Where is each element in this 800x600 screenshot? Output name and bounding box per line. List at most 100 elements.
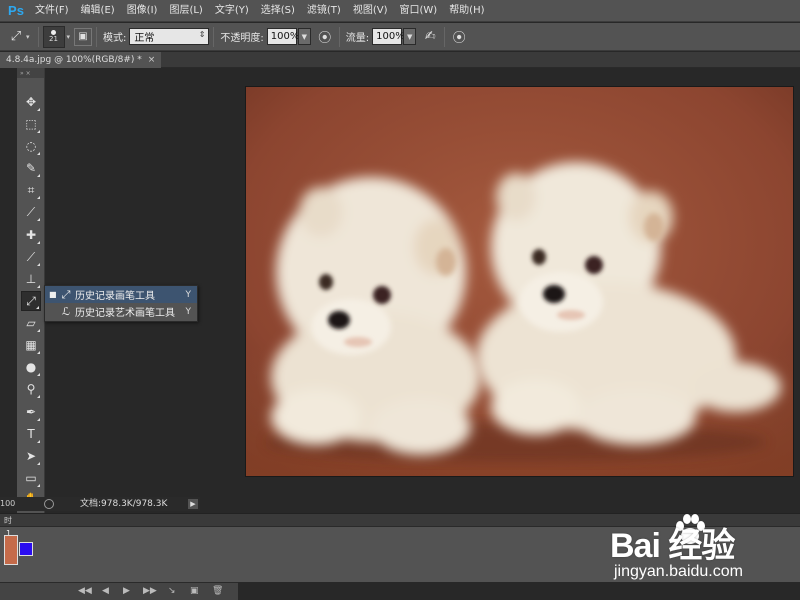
marquee-tool[interactable]: ⬚	[21, 114, 41, 134]
watermark-url: jingyan.baidu.com	[614, 563, 743, 580]
panel-collapse-icon[interactable]: » ×	[20, 70, 31, 77]
divider	[37, 26, 39, 47]
tool-preset-picker[interactable]: ⤢	[6, 27, 26, 47]
flyout-item-label: 历史记录画笔工具	[75, 291, 155, 302]
menu-help[interactable]: 帮助(H)	[443, 0, 490, 22]
trash-icon[interactable]: 🗑	[212, 586, 223, 596]
new-frame-icon[interactable]: ▣	[190, 586, 199, 596]
brush-size: 21	[49, 35, 58, 43]
marquee-icon: ⬚	[25, 117, 37, 131]
history-brush-icon: ⤢	[26, 293, 36, 308]
more-tools-indicator	[37, 152, 40, 155]
crop-tool[interactable]: ⌗	[21, 180, 41, 200]
airbrush-toggle[interactable]: ✍	[420, 27, 440, 47]
brush-panel-icon: ▣	[78, 31, 88, 42]
shortcut-key: Y	[185, 289, 192, 300]
art-history-brush-icon: ℒ	[62, 305, 70, 318]
first-frame-icon[interactable]: ◀◀	[78, 586, 92, 596]
menu-type[interactable]: 文字(Y)	[209, 0, 255, 22]
dodge-tool[interactable]: ⚲	[21, 379, 41, 399]
pressure-opacity-toggle[interactable]: ⦿	[315, 27, 335, 47]
flow-input[interactable]: 100%	[372, 28, 405, 45]
flyout-item-art-history-brush[interactable]: ℒ 历史记录艺术画笔工具 Y	[45, 303, 197, 320]
menu-window[interactable]: 窗口(W)	[393, 0, 443, 22]
more-tools-indicator	[37, 108, 40, 111]
clone-stamp-tool[interactable]: ⊥	[21, 269, 41, 289]
pen-icon: ✒	[25, 405, 37, 419]
mode-select[interactable]: 正常 ⇕	[129, 28, 210, 45]
menu-edit[interactable]: 编辑(E)	[75, 0, 121, 22]
eraser-tool[interactable]: ▱	[21, 313, 41, 333]
prev-frame-icon[interactable]: ◀	[102, 586, 109, 596]
eyedropper-icon: ⟋	[26, 204, 36, 219]
more-tools-indicator	[37, 484, 40, 487]
tools-panel-header[interactable]: » ×	[17, 68, 44, 78]
flow-slider-toggle[interactable]: ▼	[403, 28, 417, 45]
menu-view[interactable]: 视图(V)	[347, 0, 394, 22]
shape-tool[interactable]: ▭	[21, 468, 41, 488]
foreground-color-swatch[interactable]	[19, 542, 33, 556]
opacity-label: 不透明度:	[220, 33, 264, 44]
healing-brush-tool[interactable]: ✚	[21, 225, 41, 245]
more-tools-indicator	[36, 306, 39, 309]
pen-pressure-icon: ⦿	[452, 31, 466, 46]
quick-select-tool[interactable]: ✎	[21, 158, 41, 178]
opacity-input[interactable]: 100%	[266, 28, 299, 45]
zoom-level[interactable]: 100	[0, 497, 16, 511]
opacity-slider-toggle[interactable]: ▼	[297, 28, 311, 45]
document-size-info: 文档:978.3K/978.3K	[80, 499, 168, 509]
menu-filter[interactable]: 滤镜(T)	[301, 0, 347, 22]
snapshot-thumbnail[interactable]	[4, 535, 18, 565]
menu-select[interactable]: 选择(S)	[255, 0, 301, 22]
lasso-tool[interactable]: ◌	[21, 136, 41, 156]
more-tools-indicator	[37, 263, 40, 266]
document-tab[interactable]: 4.8.4a.jpg @ 100%(RGB/8#) * ×	[0, 52, 162, 68]
status-menu-button[interactable]: ▶	[188, 499, 198, 509]
more-tools-indicator	[37, 130, 40, 133]
menu-layer[interactable]: 图层(L)	[163, 0, 208, 22]
more-tools-indicator	[37, 329, 40, 332]
document-canvas[interactable]	[246, 87, 793, 476]
pen-tool[interactable]: ✒	[21, 402, 41, 422]
move-icon: ✥	[25, 95, 37, 109]
close-icon[interactable]: ×	[148, 55, 156, 65]
more-tools-indicator	[37, 241, 40, 244]
eyedropper-tool[interactable]: ⟋	[21, 202, 41, 222]
chevron-down-icon: ▼	[301, 32, 307, 41]
brush-preset-picker[interactable]: 21	[42, 25, 65, 48]
menu-image[interactable]: 图像(I)	[121, 0, 164, 22]
brush-icon: ⟋	[26, 249, 36, 264]
chevron-down-icon[interactable]: ▾	[67, 33, 71, 41]
status-bar: 100 文档:978.3K/978.3K ▶	[0, 497, 200, 511]
more-tools-indicator	[37, 196, 40, 199]
quick-select-icon: ✎	[25, 161, 37, 175]
more-tools-indicator	[37, 418, 40, 421]
type-tool[interactable]: T	[21, 424, 41, 444]
blur-drop-icon: ●	[25, 360, 37, 374]
pressure-size-toggle[interactable]: ⦿	[449, 27, 469, 47]
divider	[444, 26, 446, 47]
move-tool[interactable]: ✥	[21, 92, 41, 112]
more-tools-indicator	[37, 218, 40, 221]
brush-panel-toggle[interactable]: ▣	[74, 27, 93, 46]
gradient-icon: ▦	[25, 338, 37, 352]
chevron-down-icon[interactable]: ▾	[26, 33, 30, 41]
flyout-item-history-brush[interactable]: ■ ⤢ 历史记录画笔工具 Y	[45, 286, 197, 303]
options-bar: ⤢ ▾ 21 ▾ ▣ 模式: 正常 ⇕ 不透明度: 100% ▼ ⦿ 流量: 1…	[0, 23, 800, 51]
play-icon[interactable]: ▶	[123, 586, 130, 596]
more-tools-indicator	[37, 351, 40, 354]
history-brush-tool[interactable]: ⤢	[21, 291, 41, 311]
menu-file[interactable]: 文件(F)	[29, 0, 75, 22]
brush-tool[interactable]: ⟋	[21, 247, 41, 267]
more-tools-indicator	[37, 285, 40, 288]
flow-label: 流量:	[345, 33, 370, 44]
select-arrows-icon: ⇕	[198, 30, 206, 39]
next-frame-icon[interactable]: ▶▶	[143, 586, 157, 596]
crop-icon: ⌗	[27, 182, 35, 197]
baidu-jingyan-watermark: Bai 经验 jingyan.baidu.com	[610, 510, 800, 600]
document-title: 4.8.4a.jpg @ 100%(RGB/8#) *	[6, 55, 142, 65]
path-select-tool[interactable]: ➤	[21, 446, 41, 466]
blur-tool[interactable]: ●	[21, 357, 41, 377]
tween-icon[interactable]: ↘	[168, 586, 176, 596]
gradient-tool[interactable]: ▦	[21, 335, 41, 355]
